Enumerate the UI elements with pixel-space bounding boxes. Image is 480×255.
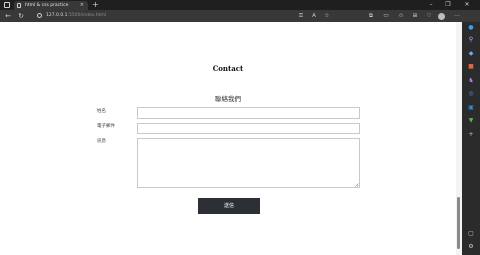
tab-title: html & css practice — [25, 3, 69, 8]
back-button[interactable]: ← — [3, 10, 13, 22]
settings-icon[interactable]: ⚙ — [466, 243, 476, 251]
refresh-button[interactable]: ↻ — [16, 10, 26, 22]
games-icon[interactable]: ♞ — [466, 77, 476, 85]
performance-icon[interactable]: ♡ — [424, 10, 434, 22]
close-window-button[interactable]: ✕ — [460, 0, 474, 10]
briefcase-icon[interactable]: ■ — [466, 63, 476, 71]
more-icon[interactable]: ⋯ — [452, 10, 462, 22]
name-label: 姓名 — [97, 109, 106, 114]
resize-handle-icon[interactable] — [355, 183, 359, 187]
page-content: Contact 聯絡我們 姓名 電子郵件 訊息 送信 — [0, 22, 456, 255]
tab-strip: html & css practice × + – ❐ ✕ — [0, 0, 480, 10]
star-icon[interactable]: ☆ — [322, 10, 332, 22]
submit-button[interactable]: 送信 — [198, 198, 260, 214]
address-bar[interactable]: 127.0.0.1:5500/index.html — [46, 10, 106, 22]
favorites-icon[interactable]: ✩ — [396, 10, 406, 22]
translate-icon[interactable]: A — [309, 10, 319, 22]
page-heading: Contact — [212, 64, 244, 73]
page-scrollbar[interactable] — [456, 22, 462, 255]
message-label: 訊息 — [97, 139, 106, 144]
key-icon[interactable]: ⚿ — [296, 10, 306, 22]
new-tab-button[interactable]: + — [92, 0, 99, 10]
site-info-icon[interactable] — [37, 13, 42, 18]
minimize-button[interactable]: – — [424, 0, 438, 10]
sidebar-layout-icon[interactable]: ▢ — [466, 230, 476, 238]
scrollbar-thumb[interactable] — [457, 197, 460, 249]
tab-close-icon[interactable]: × — [80, 2, 84, 9]
tag-icon[interactable]: ◆ — [466, 50, 476, 58]
profile-avatar[interactable] — [438, 13, 445, 20]
message-textarea[interactable] — [137, 138, 360, 188]
email-label: 電子郵件 — [97, 124, 115, 129]
address-path: :5500/index.html — [67, 13, 106, 18]
copilot-icon[interactable]: ● — [466, 24, 476, 32]
outlook-icon[interactable]: ▣ — [466, 104, 476, 112]
page-favicon-icon — [17, 3, 21, 8]
extension-icon[interactable]: ⧉ — [366, 10, 376, 22]
edge-sidebar: ● ⚲ ◆ ■ ♞ ◎ ▣ ▼ + ▢ ⚙ — [462, 22, 480, 255]
email-input[interactable] — [137, 123, 360, 134]
add-icon[interactable]: + — [466, 131, 476, 139]
maximize-button[interactable]: ❐ — [441, 0, 455, 10]
search-icon[interactable]: ⚲ — [466, 36, 476, 44]
workspaces-icon[interactable] — [4, 2, 10, 8]
active-tab[interactable]: html & css practice × — [14, 1, 88, 10]
collections-icon[interactable]: ⊞ — [410, 10, 420, 22]
address-host: 127.0.0.1 — [46, 13, 68, 18]
browser-toolbar: ← ↻ 127.0.0.1:5500/index.html ⚿ A ☆ ⧉ ▭ … — [0, 10, 480, 22]
split-screen-icon[interactable]: ▭ — [381, 10, 391, 22]
ms365-icon[interactable]: ◎ — [466, 90, 476, 98]
name-input[interactable] — [137, 107, 360, 119]
tools-icon[interactable]: ▼ — [466, 117, 476, 125]
form-title: 聯絡我們 — [215, 95, 241, 103]
